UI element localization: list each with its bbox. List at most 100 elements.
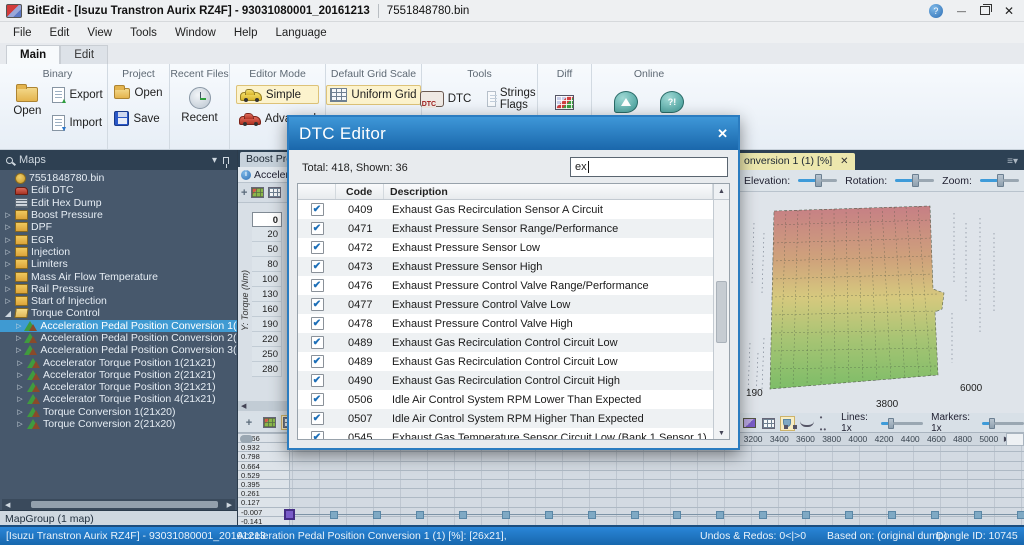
map-y-cell[interactable]: 130 xyxy=(252,287,282,302)
expand-arrow-icon[interactable] xyxy=(4,309,12,318)
menu-item[interactable]: View xyxy=(78,25,121,41)
grid-toggle-icon[interactable] xyxy=(761,416,776,431)
line-with-markers-icon[interactable] xyxy=(780,416,795,431)
tab-boost-pressure[interactable]: Boost Pres xyxy=(240,152,287,167)
binary-open-button[interactable]: Open xyxy=(9,85,45,133)
tree-item[interactable]: Rail Pressure xyxy=(0,283,237,295)
dtc-row[interactable]: 0507 Idle Air Control System RPM Higher … xyxy=(298,409,713,428)
dtc-tool-button[interactable]: DTC xyxy=(417,89,475,109)
dtc-checkbox[interactable] xyxy=(311,431,324,439)
data-marker[interactable] xyxy=(931,511,939,519)
surface-3d-plot[interactable]: 190 3800 6000 xyxy=(740,193,1024,413)
colored-grid-icon[interactable] xyxy=(261,415,277,430)
scrollbar-thumb[interactable] xyxy=(31,501,217,508)
expand-arrow-icon[interactable] xyxy=(4,273,12,281)
dtc-checkbox[interactable] xyxy=(311,374,324,387)
rotation-slider[interactable] xyxy=(895,174,934,187)
palette-icon[interactable] xyxy=(742,416,757,431)
map-y-cell[interactable]: 50 xyxy=(252,242,282,257)
colored-grid-icon[interactable] xyxy=(251,187,264,198)
scroll-down-icon[interactable]: ▼ xyxy=(714,430,729,437)
map-y-cell[interactable]: 0 xyxy=(252,212,282,227)
line-plain-icon[interactable] xyxy=(799,416,815,431)
zoom-slider[interactable] xyxy=(980,174,1019,187)
chart-x-axis[interactable]: 3200 3400 3600 3800 4000 4200 4400 4600 … xyxy=(740,433,1006,446)
map-y-cell[interactable]: 100 xyxy=(252,272,282,287)
map-y-cell[interactable]: 160 xyxy=(252,302,282,317)
map-y-cell[interactable]: 20 xyxy=(252,227,282,242)
menu-item[interactable]: Language xyxy=(267,25,336,41)
expand-arrow-icon[interactable] xyxy=(4,285,12,293)
map-y-cell[interactable]: 190 xyxy=(252,317,282,332)
data-marker[interactable] xyxy=(416,511,424,519)
dtc-checkbox[interactable] xyxy=(311,298,324,311)
map-horizontal-scrollbar[interactable] xyxy=(238,401,287,411)
strings-flags-button[interactable]: Strings Flags xyxy=(484,85,542,113)
code-column-header[interactable]: Code xyxy=(336,184,384,199)
dtc-row[interactable]: 0472 Exhaust Pressure Sensor Low xyxy=(298,238,713,257)
dtc-row[interactable]: 0506 Idle Air Control System RPM Lower T… xyxy=(298,390,713,409)
tree-item[interactable]: Limiters xyxy=(0,258,237,270)
data-marker[interactable] xyxy=(1017,511,1024,519)
dtc-row[interactable]: 0489 Exhaust Gas Recirculation Control C… xyxy=(298,352,713,371)
data-marker[interactable] xyxy=(974,511,982,519)
map-y-cell[interactable]: 220 xyxy=(252,332,282,347)
online-help-icon[interactable]: ?! xyxy=(660,91,684,113)
restore-button[interactable] xyxy=(980,6,990,15)
expand-arrow-icon[interactable] xyxy=(4,211,12,219)
info-icon[interactable]: i xyxy=(241,170,251,180)
tree-item[interactable]: Edit Hex Dump xyxy=(0,197,237,209)
dtc-row[interactable]: 0473 Exhaust Pressure Sensor High xyxy=(298,257,713,276)
data-marker[interactable] xyxy=(631,511,639,519)
dtc-checkbox[interactable] xyxy=(311,412,324,425)
dtc-checkbox[interactable] xyxy=(311,336,324,349)
data-marker[interactable] xyxy=(759,511,767,519)
data-marker[interactable] xyxy=(545,511,553,519)
search-icon[interactable] xyxy=(6,157,13,164)
dtc-scrollbar[interactable]: ▼ xyxy=(713,200,729,439)
tree-item[interactable]: Torque Control xyxy=(0,307,237,319)
menu-item[interactable]: Tools xyxy=(121,25,166,41)
map-y-cell[interactable]: 80 xyxy=(252,257,282,272)
dtc-checkbox[interactable] xyxy=(311,241,324,254)
data-marker[interactable] xyxy=(888,511,896,519)
tree-item[interactable]: Acceleration Pedal Position Conversion 3… xyxy=(0,344,237,356)
diff-button[interactable] xyxy=(552,93,577,112)
expand-arrow-icon[interactable] xyxy=(4,297,12,305)
tab-main[interactable]: Main xyxy=(6,45,60,64)
pin-icon[interactable] xyxy=(223,157,229,164)
dtc-checkbox[interactable] xyxy=(311,203,324,216)
menu-item[interactable]: Edit xyxy=(41,25,79,41)
tree-item[interactable]: Torque Conversion 1(21x20) xyxy=(0,406,237,418)
map-y-cell[interactable]: 280 xyxy=(252,362,282,377)
description-column-header[interactable]: Description xyxy=(384,184,713,199)
chevron-down-icon[interactable] xyxy=(212,154,217,166)
move-icon[interactable]: + xyxy=(241,415,257,430)
tab-edit[interactable]: Edit xyxy=(60,45,108,64)
data-marker[interactable] xyxy=(459,511,467,519)
dtc-row[interactable]: 0489 Exhaust Gas Recirculation Control C… xyxy=(298,333,713,352)
expand-arrow-icon[interactable] xyxy=(16,359,24,367)
dtc-row[interactable]: 0471 Exhaust Pressure Sensor Range/Perfo… xyxy=(298,219,713,238)
tree-item[interactable]: DPF xyxy=(0,221,237,233)
dialog-close-icon[interactable]: ✕ xyxy=(717,126,728,142)
tree-item[interactable]: Mass Air Flow Temperature xyxy=(0,270,237,282)
project-open-button[interactable]: Open xyxy=(111,85,165,101)
data-marker[interactable] xyxy=(673,511,681,519)
import-button[interactable]: Import xyxy=(49,113,105,133)
tree-item[interactable]: Torque Conversion 2(21x20) xyxy=(0,418,237,430)
table-view-icon[interactable] xyxy=(268,187,281,198)
tree-item[interactable]: Injection xyxy=(0,246,237,258)
recent-button[interactable]: Recent xyxy=(177,85,221,126)
lines-slider[interactable] xyxy=(881,418,923,429)
expand-arrow-icon[interactable] xyxy=(16,408,24,416)
dtc-row[interactable]: 0490 Exhaust Gas Recirculation Control C… xyxy=(298,371,713,390)
scroll-up-icon[interactable]: ▲ xyxy=(713,184,729,199)
expand-arrow-icon[interactable] xyxy=(16,371,24,379)
data-marker[interactable] xyxy=(716,511,724,519)
dtc-row[interactable]: 0476 Exhaust Pressure Control Valve Rang… xyxy=(298,276,713,295)
data-marker[interactable] xyxy=(373,511,381,519)
dtc-checkbox[interactable] xyxy=(311,279,324,292)
online-update-icon[interactable] xyxy=(614,91,638,113)
expand-arrow-icon[interactable] xyxy=(16,383,24,391)
